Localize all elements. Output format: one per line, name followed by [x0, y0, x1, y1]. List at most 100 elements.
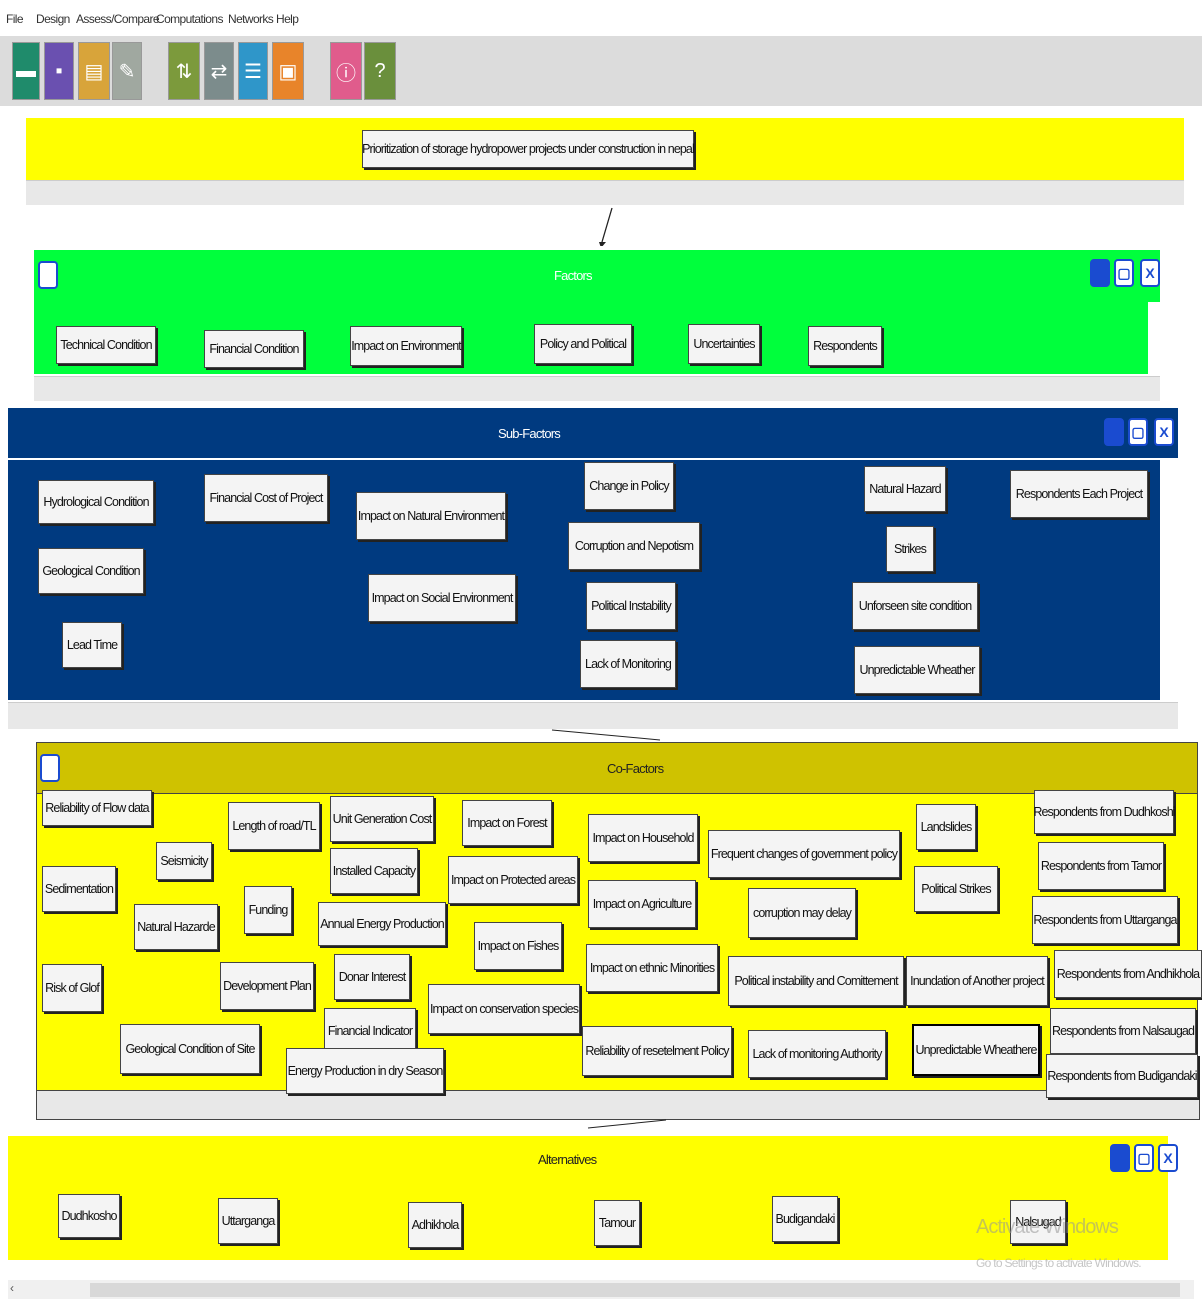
cofactor-node[interactable]: Inundation of Another project	[906, 956, 1048, 1006]
connector-arrow	[599, 207, 613, 246]
open-icon[interactable]: ▬	[12, 42, 40, 100]
alternative-node[interactable]: Uttarganga	[218, 1198, 278, 1244]
menu-help[interactable]: Help	[276, 12, 299, 26]
factors-scrollbar[interactable]	[34, 376, 1160, 401]
cofactors-restore-icon[interactable]	[40, 754, 60, 782]
cofactor-node[interactable]: Respondents from Tamor	[1038, 842, 1164, 890]
cofactor-node[interactable]: Reliability of resetelment Policy	[582, 1026, 732, 1076]
cofactor-node[interactable]: Funding	[244, 886, 292, 934]
activation-watermark: Activate Windows	[976, 1216, 1119, 1238]
subfactor-node[interactable]: Lack of Monitoring	[580, 640, 676, 688]
cofactor-node[interactable]: Risk of Glof	[42, 964, 102, 1012]
save-icon[interactable]: ▪	[44, 42, 74, 100]
cofactor-node[interactable]: Respondents from Dudhkoshi	[1033, 790, 1176, 834]
subfactor-node[interactable]: Strikes	[886, 526, 934, 572]
cofactor-node[interactable]: Unpredictable Wheathere	[912, 1024, 1040, 1076]
subfactor-node[interactable]: Unpredictable Wheather	[854, 646, 980, 694]
scroll-left-icon[interactable]: ‹	[10, 1281, 14, 1295]
cofactor-node[interactable]: Respondents from Nalsaugad	[1050, 1008, 1196, 1054]
cofactor-node[interactable]: Respondents from Budigandaki	[1046, 1054, 1198, 1098]
subfactor-node[interactable]: Hydrological Condition	[38, 480, 154, 524]
subfactor-node[interactable]: Impact on Natural Environment	[356, 492, 506, 540]
settings-icon[interactable]: ☰	[238, 42, 268, 100]
help-icon[interactable]: ?	[364, 42, 396, 100]
menu-file[interactable]: File	[6, 12, 24, 26]
menu-design[interactable]: Design	[36, 12, 70, 26]
subfactor-node[interactable]: Impact on Social Environment	[368, 574, 516, 622]
subfactors-maximize-icon[interactable]: ▢	[1128, 418, 1148, 446]
subfactor-node[interactable]: Geological Condition	[38, 548, 144, 594]
subfactor-node[interactable]: Change in Policy	[584, 462, 674, 510]
subfactor-node[interactable]: Corruption and Nepotism	[568, 522, 700, 570]
alternative-node[interactable]: Tamour	[594, 1200, 640, 1246]
cofactor-node[interactable]: Geological Condition of Site	[120, 1024, 260, 1074]
factor-node[interactable]: Financial Condition	[204, 330, 304, 368]
menu-computations[interactable]: Computations	[156, 12, 223, 26]
compare-icon[interactable]: ⇄	[204, 42, 234, 100]
factors-minimize-icon[interactable]	[1090, 259, 1110, 287]
subfactor-node[interactable]: Unforseen site condition	[852, 582, 978, 630]
cofactor-node[interactable]: Frequent changes of government policy	[708, 830, 900, 878]
factors-restore-icon[interactable]	[38, 261, 58, 289]
cofactor-node[interactable]: Sedimentation	[42, 866, 116, 912]
cofactor-node[interactable]: Reliability of Flow data	[42, 790, 152, 826]
goal-node[interactable]: Prioritization of storage hydropower pro…	[362, 130, 695, 168]
edit-icon[interactable]: ✎	[112, 42, 142, 100]
canvas-scroll-thumb[interactable]	[90, 1283, 1180, 1297]
cofactor-node[interactable]: Donar Interest	[334, 954, 410, 1000]
subfactor-node[interactable]: Political Instability	[586, 582, 676, 630]
factor-node[interactable]: Respondents	[808, 326, 882, 366]
cofactor-node[interactable]: Lack of monitoring Authority	[748, 1030, 886, 1078]
subfactors-close-icon[interactable]: X	[1154, 418, 1174, 446]
alternatives-close-icon[interactable]: X	[1158, 1144, 1178, 1172]
subfactor-node[interactable]: Natural Hazard	[864, 466, 946, 512]
cofactor-node[interactable]: Length of road/TL	[228, 802, 320, 850]
cofactor-node[interactable]: Respondents from Uttarganga	[1032, 896, 1178, 944]
cofactor-node[interactable]: Respondents from Andhikhola	[1054, 950, 1202, 998]
alternative-node[interactable]: Adhikhola	[408, 1202, 462, 1248]
factor-node[interactable]: Policy and Political	[534, 324, 632, 364]
cofactor-node[interactable]: Impact on Forest	[462, 800, 552, 846]
cofactor-node[interactable]: Political Strikes	[914, 866, 998, 912]
cofactor-node[interactable]: Impact on ethnic Minorities	[586, 944, 718, 992]
cofactor-node[interactable]: Natural Hazarde	[134, 904, 218, 950]
subfactor-node[interactable]: Financial Cost of Project	[204, 474, 328, 522]
cofactor-node[interactable]: corruption may delay	[748, 888, 856, 938]
alternatives-minimize-icon[interactable]	[1110, 1144, 1130, 1172]
cofactor-node[interactable]: Impact on Protected areas	[448, 856, 578, 904]
cofactor-node[interactable]: Annual Energy Production	[318, 902, 446, 946]
subfactors-scrollbar[interactable]	[8, 702, 1178, 729]
alternative-node[interactable]: Budigandaki	[772, 1196, 838, 1242]
factor-node[interactable]: Uncertainties	[688, 324, 760, 364]
alternatives-maximize-icon[interactable]: ▢	[1134, 1144, 1154, 1172]
cofactor-node[interactable]: Unit Generation Cost	[330, 796, 434, 842]
export-icon[interactable]: ▣	[272, 42, 304, 100]
cofactor-node[interactable]: Seismicity	[156, 842, 212, 880]
menu-assess-compare[interactable]: Assess/Compare	[76, 12, 160, 26]
cofactor-node[interactable]: Installed Capacity	[330, 848, 418, 894]
factors-title: Factors	[554, 268, 593, 283]
subfactor-node[interactable]: Lead Time	[62, 622, 122, 668]
cofactor-node[interactable]: Impact on conservation species	[428, 984, 580, 1034]
cofactor-node[interactable]: Impact on Household	[588, 814, 698, 862]
print-icon[interactable]: ▤	[78, 42, 110, 100]
factor-node[interactable]: Technical Condition	[56, 326, 156, 364]
goal-scrollbar[interactable]	[26, 180, 1184, 205]
factors-maximize-icon[interactable]: ▢	[1114, 259, 1134, 287]
cofactor-node[interactable]: Energy Production in dry Season	[286, 1048, 444, 1094]
factor-node[interactable]: Impact on Environment	[350, 326, 462, 366]
subfactors-minimize-icon[interactable]	[1104, 418, 1124, 446]
subfactor-node[interactable]: Respondents Each Project	[1010, 470, 1148, 518]
menu-networks[interactable]: Networks	[228, 12, 274, 26]
sort-icon[interactable]: ⇅	[168, 42, 200, 100]
factors-close-icon[interactable]: X	[1140, 259, 1160, 287]
info-icon[interactable]: ⓘ	[330, 42, 362, 100]
cofactor-node[interactable]: Impact on Fishes	[474, 922, 562, 970]
cofactor-node[interactable]: Impact on Agriculture	[588, 880, 696, 928]
cofactor-node[interactable]: Political instability and Comittement	[728, 956, 904, 1006]
cofactor-node[interactable]: Development Plan	[220, 962, 314, 1010]
alternative-node[interactable]: Dudhkosho	[58, 1194, 120, 1238]
connector-arrow	[551, 729, 661, 741]
cofactors-title: Co-Factors	[607, 761, 664, 776]
cofactor-node[interactable]: Landslides	[916, 804, 976, 850]
